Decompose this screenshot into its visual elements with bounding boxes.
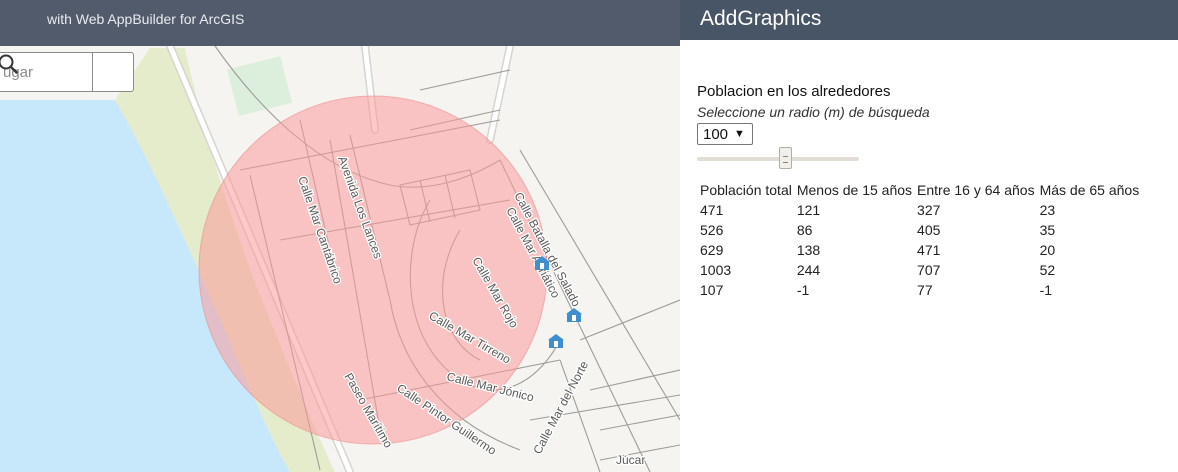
slider-track[interactable] — [697, 157, 859, 161]
addgraphics-panel: AddGraphics Poblacion en los alrededores… — [680, 0, 1178, 472]
table-row: 629 138 471 20 — [697, 240, 1141, 260]
table-cell: 121 — [796, 202, 821, 218]
school-icon[interactable] — [548, 334, 564, 348]
population-table: Población total Menos de 15 años Entre 1… — [697, 180, 1141, 300]
table-cell: 405 — [917, 222, 941, 238]
table-cell: 20 — [1039, 242, 1056, 258]
street-label-jucar: Júcar — [616, 453, 645, 467]
table-cell: 138 — [796, 242, 821, 258]
table-row: 107 -1 77 -1 — [697, 280, 1141, 300]
table-cell: 35 — [1039, 222, 1056, 238]
table-row: 526 86 405 35 — [697, 220, 1141, 240]
map-view[interactable]: Avenida Los Lances Calle Mar Cantábrico … — [0, 0, 680, 472]
column-header: Más de 65 años — [1039, 182, 1140, 198]
dropdown-arrow-icon: ▼ — [734, 128, 745, 140]
column-header: Entre 16 y 64 años — [917, 182, 1035, 198]
table-cell: 1003 — [700, 262, 732, 278]
table-cell: -1 — [1039, 282, 1053, 298]
table-cell: 629 — [700, 242, 724, 258]
panel-title: AddGraphics — [680, 0, 1178, 40]
radius-slider[interactable] — [697, 146, 859, 170]
table-cell: 77 — [917, 282, 933, 298]
table-cell: 471 — [700, 202, 724, 218]
table-cell: 23 — [1039, 202, 1056, 218]
table-cell: 526 — [700, 222, 724, 238]
table-cell: 471 — [917, 242, 941, 258]
table-header-row: Población total Menos de 15 años Entre 1… — [697, 180, 1141, 200]
radius-hint: Seleccione un radio (m) de búsqueda — [697, 104, 930, 120]
radius-select[interactable]: 100 ▼ — [697, 123, 753, 145]
column-header: Menos de 15 años — [796, 182, 913, 198]
table-cell: 107 — [700, 282, 724, 298]
table-cell: 244 — [796, 262, 821, 278]
table-row: 1003 244 707 52 — [697, 260, 1141, 280]
column-header: Población total — [700, 182, 792, 198]
search-button[interactable] — [0, 53, 133, 91]
app-header: with Web AppBuilder for ArcGIS — [0, 0, 680, 46]
table-cell: 52 — [1039, 262, 1056, 278]
table-cell: 86 — [796, 222, 813, 238]
table-cell: 327 — [917, 202, 941, 218]
app-subtitle: with Web AppBuilder for ArcGIS — [47, 11, 245, 27]
search-box — [0, 52, 134, 92]
table-cell: -1 — [796, 282, 810, 298]
radius-select-value: 100 — [703, 125, 729, 143]
table-row: 471 121 327 23 — [697, 200, 1141, 220]
search-icon — [0, 54, 18, 74]
table-cell: 707 — [917, 262, 941, 278]
slider-handle[interactable] — [779, 147, 792, 169]
school-icon[interactable] — [566, 308, 582, 322]
section-title: Poblacion en los alrededores — [697, 83, 891, 100]
street-label-mar-del-norte: Calle Mar del Norte — [530, 358, 591, 456]
